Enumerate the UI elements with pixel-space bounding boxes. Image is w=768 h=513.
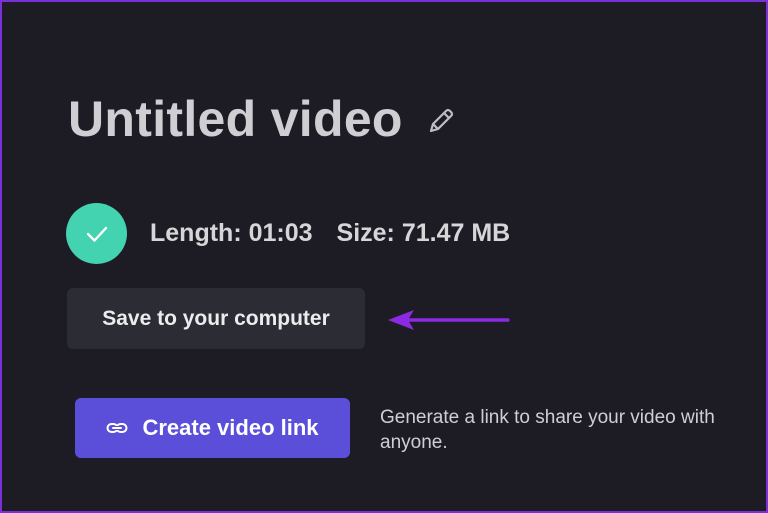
pencil-icon[interactable] — [425, 105, 457, 137]
checkmark-icon — [66, 203, 127, 264]
link-icon — [106, 417, 128, 439]
video-size: Size: 71.47 MB — [336, 219, 511, 247]
create-video-link-label: Create video link — [142, 415, 319, 440]
title-row: Untitled video — [68, 90, 457, 148]
video-length: Length: 01:03 — [150, 219, 313, 247]
create-video-link-button[interactable]: Create video link — [75, 398, 350, 458]
save-to-computer-button[interactable]: Save to your computer — [67, 288, 365, 349]
video-info-row: Length: 01:03 Size: 71.47 MB — [66, 203, 510, 264]
export-panel: Untitled video Length: 01:03 Size: 71.47… — [2, 2, 766, 511]
video-title[interactable]: Untitled video — [68, 90, 403, 148]
create-link-description: Generate a link to share your video with… — [380, 407, 715, 453]
annotation-arrow — [388, 310, 510, 330]
